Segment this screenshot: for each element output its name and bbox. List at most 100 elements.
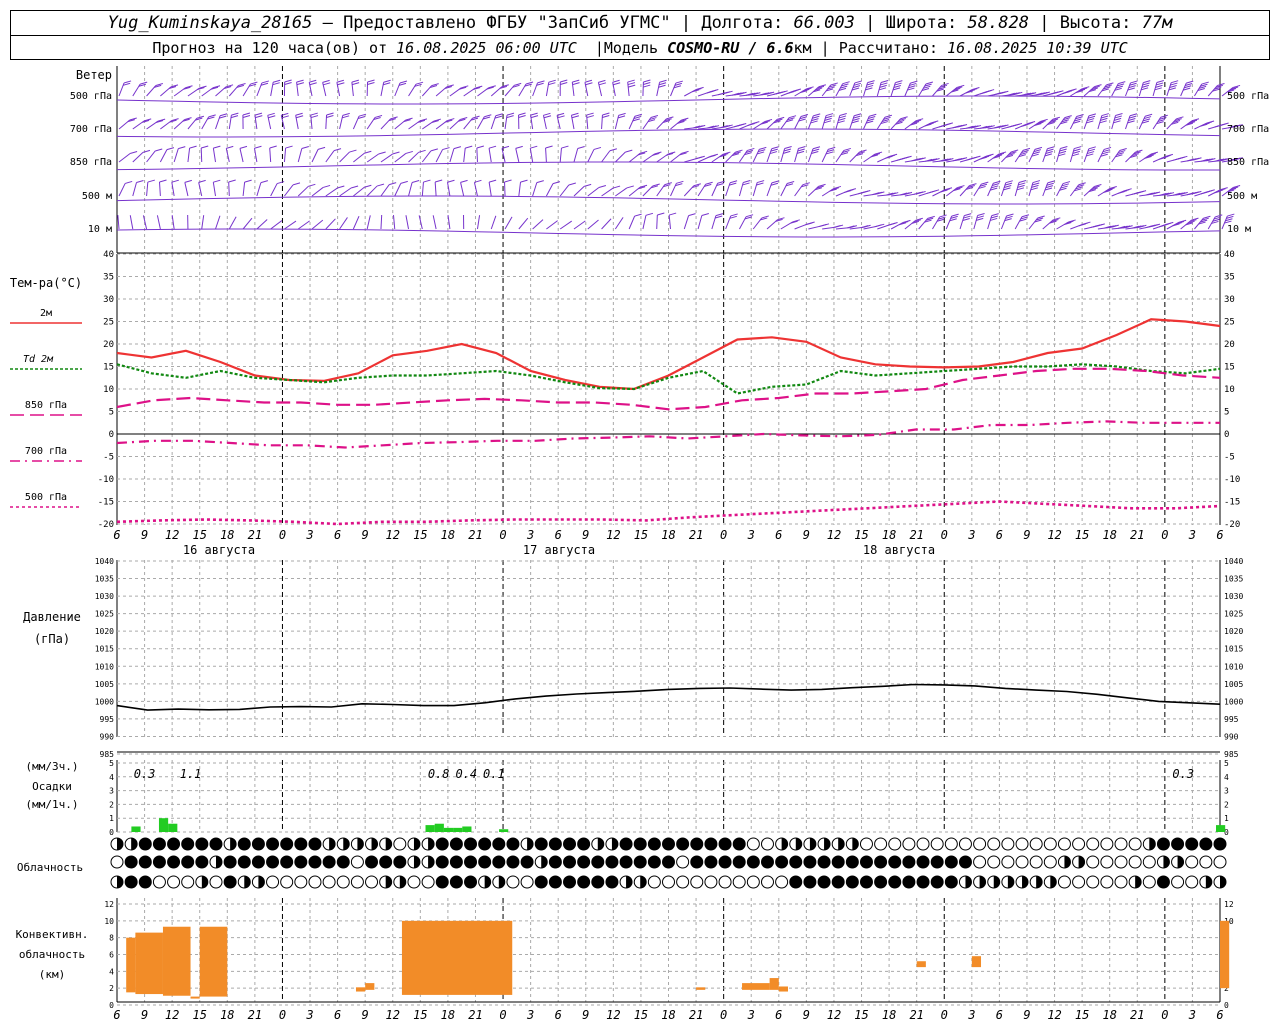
cloud-low-symbol [152,875,166,889]
cloud-high-symbol [1156,837,1170,851]
wind-barb-feather [525,81,534,85]
pressure-ytick-right: 990 [1224,732,1239,741]
conv-xtick: 0 [279,1008,286,1022]
wind-barb-feather [825,115,833,119]
conv-xtick: 6 [1216,1008,1223,1022]
wind-barb-feather [1130,80,1138,84]
conv-xtick: 9 [803,1008,810,1022]
wind-barb-feather [715,215,723,219]
precip-bar [425,825,435,832]
wind-barb [212,182,217,197]
wind-barb-feather [171,179,179,183]
wind-barb-feather [342,115,350,119]
precip-ytick-left: 3 [109,787,114,796]
cloud-mid-symbol [435,855,449,869]
temp-ytick-left: -20 [98,520,114,530]
wind-barb-feather [545,145,553,149]
wind-barb-feather [1227,213,1235,217]
cloud-mid-symbol [874,855,888,869]
cloud-low-symbol-fill [1007,876,1014,888]
wind-barb-feather [230,115,239,119]
cloud-low-symbol [1171,875,1185,889]
cloud-low-symbol [1057,875,1071,889]
wind-barb [476,147,478,163]
wind-barb-feather [453,146,462,150]
cloud-mid-symbol [732,855,746,869]
wind-barb-feather [1100,115,1109,119]
wind-barb-feather [184,179,192,183]
pressure-ytick-left: 1035 [95,575,114,584]
cloud-mid-symbol [379,855,393,869]
wind-barb-feather [548,82,556,86]
cloud-low-symbol [1156,875,1170,889]
cloud-high-symbol [251,837,265,851]
wind-barb [269,147,272,163]
pressure-ytick-right: 1000 [1224,697,1243,706]
cloud-low-symbol-fill [626,876,633,888]
wind-barb [239,148,244,163]
cloud-mid-symbol [1114,855,1128,869]
cloud-low-symbol [690,875,704,889]
wind-barb-feather [761,215,769,219]
wind-barb-feather [308,183,316,187]
wind-barb [546,220,558,230]
temp-ytick-right: -20 [1224,520,1240,530]
cloud-high-symbol [1057,837,1071,851]
wind-barb-feather [1144,113,1153,117]
wind-barb-feather [735,149,743,153]
level-label-700hpa: 700 гПа [70,124,112,135]
cloud-mid-symbol-fill [1078,856,1085,868]
temp-xtick: 3 [747,528,755,542]
wind-barb-feather [878,87,887,91]
wind-barb-feather [617,115,626,119]
wind-barb-feather [1114,115,1122,119]
wind-barb-feather [1088,146,1096,150]
level-label-500m-right: 500 м [1227,191,1257,202]
wind-barb [256,219,268,230]
wind-barb-feather [1062,181,1071,185]
wind-barb [118,153,131,163]
cloud-low-symbol-fill [1135,876,1142,888]
cloud-high-symbol [138,837,152,851]
wind-barb-feather [659,79,667,83]
conv-xtick: 21 [909,1008,923,1022]
wind-barb-feather [392,151,400,155]
conv-xtick: 3 [747,1008,755,1022]
conv-xtick: 18 [441,1008,455,1022]
wind-barb [545,183,554,197]
wind-barb-feather [147,179,155,183]
wind-barb [449,148,455,163]
cloud-low-symbol-fill [965,876,972,888]
wind-barb-feather [838,115,847,119]
legend-850: 850 гПа [25,400,67,411]
wind-barb-feather [159,179,167,183]
legend-500: 500 гПа [25,492,67,503]
cloud-mid-symbol-fill [1163,856,1170,868]
wind-barb-feather [142,149,151,153]
wind-barb-feather [254,145,262,149]
precip-title: Осадки [32,780,72,793]
temp-xtick: 3 [305,528,313,542]
wind-barb [532,182,538,197]
temp-xtick: 6 [1216,528,1223,542]
wind-barb [284,220,297,230]
wind-barb [339,151,350,163]
temp-ytick-right: 15 [1224,363,1235,373]
cloud-high-symbol [647,837,661,851]
cloud-mid-symbol [563,855,577,869]
wind-barb-feather [1037,215,1045,219]
wind-barb [515,148,520,163]
wind-barb [325,187,338,197]
conv-bar [199,926,228,997]
wind-barb [118,183,126,197]
wind-barb-feather [593,146,602,150]
temp-xtick: 21 [1130,528,1144,542]
cloud-high-symbol [888,837,902,851]
wind-barb-feather [273,79,281,83]
cloud-mid-symbol [237,855,251,869]
wind-barb-feather [585,82,593,86]
wind-barb [587,187,600,197]
wind-barb-feather [140,81,148,85]
wind-barb-feather [925,81,934,85]
cloud-mid-symbol [930,855,944,869]
